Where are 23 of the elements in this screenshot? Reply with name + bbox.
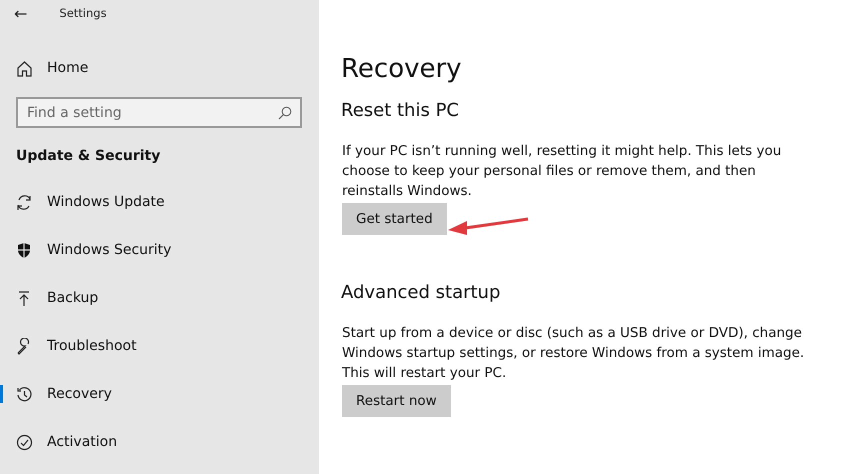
window-title: Settings — [59, 6, 107, 20]
section-heading: Update & Security — [15, 147, 162, 166]
nav-item[interactable]: Windows Security — [0, 226, 319, 274]
section-heading: Reset this PC — [341, 99, 460, 123]
search-icon — [278, 106, 292, 120]
sync-icon — [16, 194, 33, 210]
nav-item[interactable]: Windows Update — [0, 178, 319, 226]
description-text: If your PC isn’t running well, resetting it might help. This lets you choose to keep your personal files or remove them, and then reinstalls Windows. — [342, 142, 782, 201]
shield-icon — [16, 242, 33, 258]
nav-item[interactable]: Troubleshoot — [0, 322, 319, 370]
nav-item[interactable]: Activation — [0, 418, 319, 466]
action-button[interactable]: Restart now — [342, 385, 451, 417]
search-field[interactable]: Find a setting — [16, 97, 302, 128]
back-button[interactable]: ← — [10, 4, 32, 22]
check-circle-icon — [16, 434, 33, 450]
clock-history-icon — [16, 386, 33, 402]
page-title: Recovery — [341, 53, 463, 86]
home-icon — [16, 60, 33, 76]
nav-item[interactable]: Backup — [0, 274, 319, 322]
home-item[interactable]: Home — [0, 44, 319, 92]
section-heading: Advanced startup — [341, 281, 502, 305]
action-button[interactable]: Get started — [342, 203, 447, 235]
description-text: Start up from a device or disc (such as a USB drive or DVD), change Windows startup settings, or restore Windows from a system image. This will restart your PC. — [342, 324, 806, 383]
